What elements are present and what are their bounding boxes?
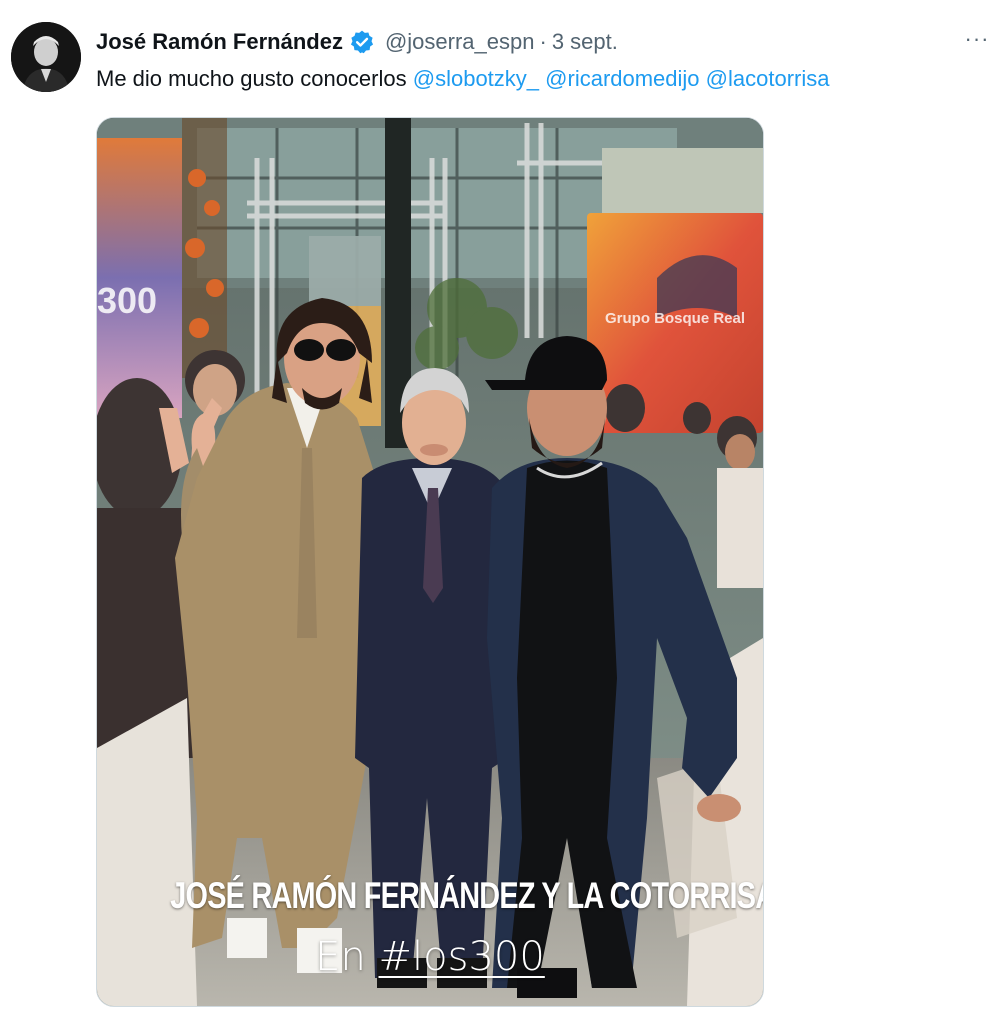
verified-badge-icon — [349, 29, 375, 55]
mention-link[interactable]: @slobotzky_ — [413, 66, 539, 91]
photo-scene: 300 Grupo Bosque Real — [97, 118, 763, 1006]
tweet-media-photo[interactable]: 300 Grupo Bosque Real JOSÉ RAMÓN FERNÁND… — [96, 117, 764, 1007]
tweet-text: Me dio mucho gusto conocerlos @slobotzky… — [96, 64, 830, 94]
tweet-body-text: Me dio mucho gusto conocerlos — [96, 66, 407, 91]
display-name[interactable]: José Ramón Fernández — [96, 29, 343, 55]
caption-prefix: En — [315, 934, 366, 980]
backdrop-logo-text: 300 — [97, 280, 157, 321]
mention-link[interactable]: @ricardomedijo — [545, 66, 699, 91]
avatar-photo — [11, 22, 81, 92]
user-handle[interactable]: @joserra_espn — [385, 29, 535, 55]
photo-caption-subtitle: En #los300 — [97, 934, 763, 980]
tweet-card[interactable]: José Ramón Fernández @joserra_espn · 3 s… — [0, 0, 992, 1012]
caption-hashtag: #los300 — [378, 934, 545, 980]
avatar[interactable] — [11, 22, 81, 92]
mention-link[interactable]: @lacotorrisa — [706, 66, 830, 91]
photo-caption-title: JOSÉ RAMÓN FERNÁNDEZ Y LA COTORRISA — [170, 875, 764, 916]
tweet-header: José Ramón Fernández @joserra_espn · 3 s… — [96, 26, 618, 58]
separator-dot: · — [539, 29, 547, 54]
backdrop-brand-text: Grupo Bosque Real — [605, 310, 745, 327]
more-options-icon[interactable]: ··· — [962, 24, 992, 54]
tweet-timestamp[interactable]: 3 sept. — [552, 29, 618, 55]
